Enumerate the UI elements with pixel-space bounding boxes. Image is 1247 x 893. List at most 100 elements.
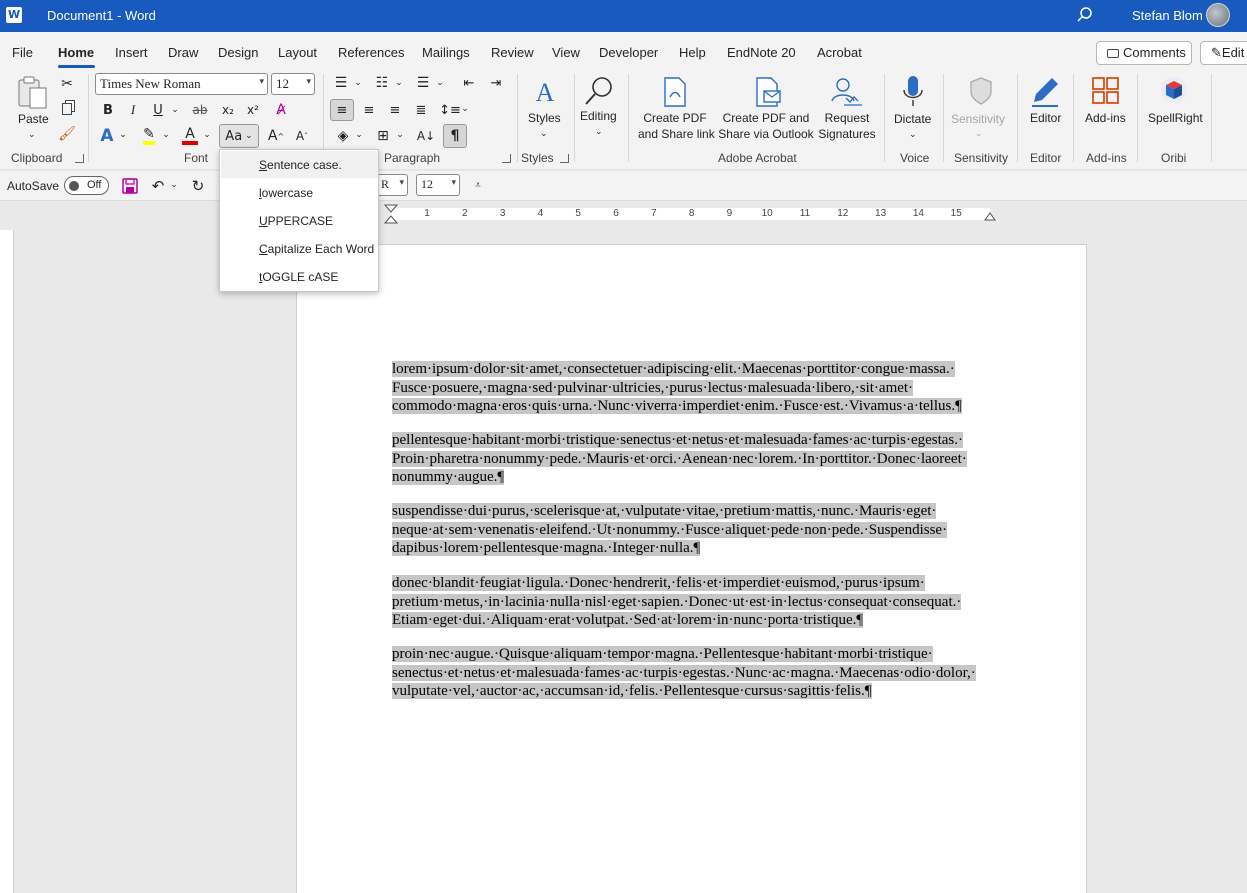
word-app-icon[interactable] bbox=[6, 7, 22, 23]
text-line[interactable]: pellentesque·habitant·morbi·tristique·se… bbox=[392, 432, 964, 448]
decrease-indent-icon[interactable]: ⇤ bbox=[459, 74, 479, 92]
italic-button[interactable]: I bbox=[124, 101, 142, 119]
font-color-chevron-icon[interactable]: ⌄ bbox=[202, 128, 212, 142]
highlight-chevron-icon[interactable]: ⌄ bbox=[161, 128, 171, 142]
sort-icon[interactable]: A↓ bbox=[416, 126, 436, 146]
chevron-down-icon[interactable]: ▾ bbox=[399, 178, 404, 188]
shrink-font-icon[interactable]: Aˇ bbox=[292, 126, 312, 146]
add-ins-icon[interactable] bbox=[1091, 76, 1121, 106]
styles-chevron-icon[interactable]: ⌄ bbox=[540, 125, 548, 141]
comments-button[interactable]: Comments bbox=[1096, 41, 1192, 65]
format-painter-icon[interactable]: 🖌 bbox=[58, 126, 76, 142]
text-line[interactable]: proin·nec·augue.·Quisque·aliquam·tempor·… bbox=[392, 646, 933, 662]
tab-view[interactable]: View bbox=[552, 45, 580, 60]
paragraph[interactable]: donec·blandit·feugiat·ligula.·Donec·hend… bbox=[392, 574, 992, 630]
text-line[interactable]: Etiam·eget·dui.·Aliquam·erat·volutpat.·S… bbox=[392, 612, 864, 628]
styles-icon[interactable]: A bbox=[528, 76, 562, 110]
bullets-icon[interactable]: ☰ bbox=[332, 74, 350, 92]
tab-developer[interactable]: Developer bbox=[599, 45, 658, 60]
font-color-icon[interactable]: A bbox=[180, 126, 200, 146]
customize-qat-icon[interactable]: ⩡ bbox=[471, 177, 485, 193]
show-formatting-marks-button[interactable]: ¶ bbox=[443, 124, 467, 148]
pdf-outlook-icon[interactable] bbox=[754, 77, 782, 107]
styles-button-label[interactable]: Styles bbox=[528, 110, 561, 126]
indent-marker-icon[interactable] bbox=[384, 204, 398, 226]
paragraph[interactable]: pellentesque·habitant·morbi·tristique·se… bbox=[392, 431, 992, 487]
styles-launcher-icon[interactable] bbox=[560, 154, 569, 163]
menu-item-sentence-case[interactable]: Sentence case. bbox=[221, 151, 378, 178]
line-spacing-chevron-icon[interactable]: ⌄ bbox=[460, 102, 470, 116]
chevron-down-icon[interactable]: ▾ bbox=[306, 77, 311, 87]
paragraph[interactable]: suspendisse·dui·purus,·scelerisque·at,·v… bbox=[392, 502, 992, 558]
superscript-button[interactable]: x² bbox=[243, 101, 263, 119]
text-line[interactable]: vulputate·vel,·auctor·ac,·accumsan·id,·f… bbox=[392, 683, 872, 699]
tab-references[interactable]: References bbox=[338, 45, 404, 60]
underline-chevron-icon[interactable]: ⌄ bbox=[169, 103, 181, 117]
request-signatures-label[interactable]: Request Signatures bbox=[817, 110, 877, 142]
multilevel-chevron-icon[interactable]: ⌄ bbox=[435, 76, 445, 90]
search-icon[interactable] bbox=[1076, 6, 1094, 24]
menu-item-toggle-case[interactable]: tOGGLE cASE bbox=[221, 263, 378, 290]
chevron-down-icon[interactable]: ▾ bbox=[451, 178, 456, 188]
create-pdf-share-link-label[interactable]: Create PDF and Share link bbox=[638, 110, 715, 142]
text-line[interactable]: pretium·metus,·in·lacinia·nulla·nisl·ege… bbox=[392, 593, 962, 610]
tab-review[interactable]: Review bbox=[491, 45, 534, 60]
grow-font-icon[interactable]: A ^ bbox=[266, 126, 286, 146]
paragraph[interactable]: lorem·ipsum·dolor·sit·amet,·consectetuer… bbox=[392, 360, 992, 416]
align-center-icon[interactable]: ≡ bbox=[358, 99, 380, 121]
text-line[interactable]: senectus·et·netus·et·malesuada·fames·ac·… bbox=[392, 664, 976, 681]
copy-icon[interactable] bbox=[59, 101, 75, 117]
font-name-combo[interactable]: Times New Roman ▾ bbox=[95, 73, 268, 95]
text-line[interactable]: donec·blandit·feugiat·ligula.·Donec·hend… bbox=[392, 575, 925, 591]
text-line[interactable]: lorem·ipsum·dolor·sit·amet,·consectetuer… bbox=[392, 361, 955, 377]
clipboard-launcher-icon[interactable] bbox=[75, 154, 84, 163]
numbering-chevron-icon[interactable]: ⌄ bbox=[394, 76, 404, 90]
text-line[interactable]: nonummy·augue.¶ bbox=[392, 469, 505, 485]
menu-item-uppercase[interactable]: UPPERCASE bbox=[221, 207, 378, 234]
paragraph[interactable]: proin·nec·augue.·Quisque·aliquam·tempor·… bbox=[392, 645, 992, 701]
paragraph-launcher-icon[interactable] bbox=[502, 154, 511, 163]
tab-insert[interactable]: Insert bbox=[115, 45, 148, 60]
tab-home[interactable]: Home bbox=[58, 45, 94, 60]
text-line[interactable]: Fusce·posuere,·magna·sed·pulvinar·ultric… bbox=[392, 379, 914, 396]
spellright-button-label[interactable]: SpellRight bbox=[1148, 110, 1203, 126]
text-effects-icon[interactable]: A bbox=[97, 126, 117, 146]
editing-chevron-icon[interactable]: ⌄ bbox=[595, 123, 603, 139]
highlight-color-icon[interactable]: ✎ bbox=[139, 126, 159, 146]
borders-icon[interactable]: ⊞ bbox=[373, 126, 393, 146]
text-line[interactable]: dapibus·lorem·pellentesque·magna.·Intege… bbox=[392, 540, 701, 556]
line-spacing-icon[interactable]: ↕≡ bbox=[439, 99, 461, 121]
multilevel-list-icon[interactable]: ☰ bbox=[414, 74, 432, 92]
undo-icon[interactable]: ↶ bbox=[148, 176, 168, 196]
underline-button[interactable]: U bbox=[149, 101, 167, 119]
add-ins-button-label[interactable]: Add-ins bbox=[1085, 110, 1126, 126]
tab-endnote[interactable]: EndNote 20 bbox=[727, 45, 796, 60]
bold-button[interactable]: B bbox=[99, 101, 117, 119]
avatar[interactable] bbox=[1206, 3, 1230, 27]
justify-icon[interactable]: ≣ bbox=[410, 99, 432, 121]
right-indent-marker-icon[interactable] bbox=[984, 209, 996, 221]
text-effects-chevron-icon[interactable]: ⌄ bbox=[118, 128, 128, 142]
pdf-share-link-icon[interactable] bbox=[662, 77, 688, 107]
user-name[interactable]: Stefan Blom bbox=[1132, 8, 1203, 23]
tab-layout[interactable]: Layout bbox=[278, 45, 317, 60]
autosave-toggle[interactable]: Off bbox=[64, 176, 109, 195]
paste-button-label[interactable]: Paste bbox=[18, 111, 49, 127]
create-pdf-outlook-label[interactable]: Create PDF and Share via Outlook bbox=[716, 110, 816, 142]
increase-indent-icon[interactable]: ⇥ bbox=[486, 74, 506, 92]
tab-mailings[interactable]: Mailings bbox=[422, 45, 470, 60]
editing-button-label[interactable]: Editing bbox=[580, 108, 617, 124]
tab-design[interactable]: Design bbox=[218, 45, 258, 60]
menu-item-lowercase[interactable]: lowercase bbox=[221, 179, 378, 206]
horizontal-ruler[interactable]: 1 2 3 4 5 6 7 8 9 10 11 12 13 14 15 bbox=[296, 204, 1087, 224]
cut-icon[interactable]: ✂ bbox=[59, 76, 75, 92]
shading-icon[interactable]: ◈ bbox=[333, 126, 353, 146]
tab-draw[interactable]: Draw bbox=[168, 45, 198, 60]
align-left-button[interactable]: ≡ bbox=[330, 99, 354, 121]
tab-acrobat[interactable]: Acrobat bbox=[817, 45, 862, 60]
shading-chevron-icon[interactable]: ⌄ bbox=[354, 128, 364, 142]
qat-font-size-combo[interactable]: 12 ▾ bbox=[416, 174, 460, 196]
dictate-button-label[interactable]: Dictate bbox=[894, 111, 931, 127]
text-line[interactable]: neque·at·sem·venenatis·eleifend.·Ut·nonu… bbox=[392, 521, 948, 538]
request-signatures-icon[interactable] bbox=[830, 76, 864, 108]
